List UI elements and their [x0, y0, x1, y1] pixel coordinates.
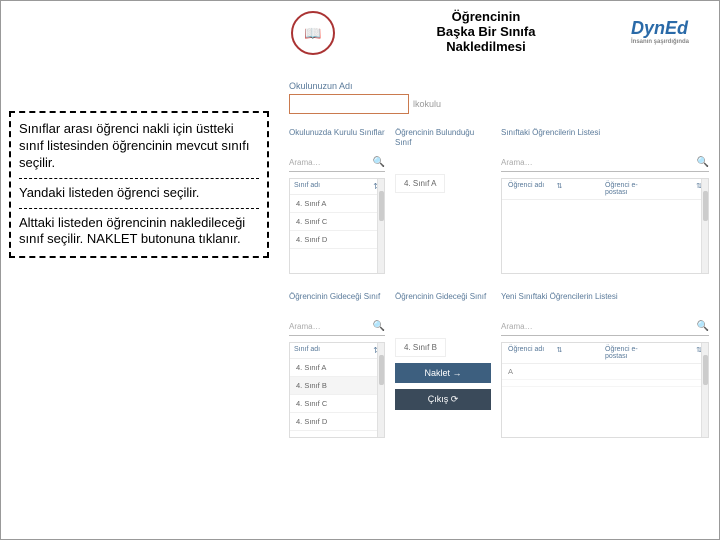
main-panel: Okulunuzun Adı lkokulu Okulunuzda Kurulu… [289, 81, 709, 521]
students-search[interactable]: Arama… 🔍 [501, 154, 709, 172]
school-name-field-wrap: lkokulu [289, 94, 709, 114]
transfer-button[interactable]: Naklet → [395, 363, 491, 383]
installed-classes-search[interactable]: Arama… 🔍 [289, 154, 385, 172]
dyned-logo: DynEd İnsanın şaşırdığında [631, 18, 689, 45]
target-classes-title: Öğrencinin Gideceği Sınıf [289, 292, 385, 312]
target-class-action-title: Öğrencinin Gideceği Sınıf [395, 292, 491, 312]
scrollbar[interactable] [701, 179, 708, 273]
installed-classes-list[interactable]: Sınıf adı ⇅ 4. Sınıf A 4. Sınıf C 4. Sın… [289, 178, 385, 274]
list-item[interactable]: 4. Sınıf B [290, 377, 384, 395]
list-item[interactable]: 4. Sınıf A [290, 195, 384, 213]
students-title: Sınıftaki Öğrencilerin Listesi [501, 128, 709, 148]
target-classes-search[interactable]: Arama… 🔍 [289, 318, 385, 336]
meb-logo: 📖 [291, 11, 335, 55]
scrollbar[interactable] [701, 343, 708, 437]
search-icon: 🔍 [373, 321, 385, 332]
target-classes-column: Öğrencinin Gideceği Sınıf Arama… 🔍 Sınıf… [289, 292, 385, 438]
school-name-label: Okulunuzun Adı [289, 81, 709, 91]
sort-icon[interactable]: ⇅ [557, 346, 606, 360]
scrollbar[interactable] [377, 179, 384, 273]
list-item[interactable]: 4. Sınıf C [290, 395, 384, 413]
instruction-2: Yandaki listeden öğrenci seçilir. [19, 178, 259, 202]
scrollbar[interactable] [377, 343, 384, 437]
instruction-3: Alttaki listeden öğrencinin nakledileceğ… [19, 208, 259, 249]
instruction-1: Sınıflar arası öğrenci nakli için üsttek… [19, 121, 259, 172]
installed-classes-column: Okulunuzda Kurulu Sınıflar Arama… 🔍 Sını… [289, 128, 385, 274]
target-classes-list[interactable]: Sınıf adı ⇅ 4. Sınıf A 4. Sınıf B 4. Sın… [289, 342, 385, 438]
sort-icon[interactable]: ⇅ [557, 182, 606, 196]
bottom-row: Öğrencinin Gideceği Sınıf Arama… 🔍 Sınıf… [289, 292, 709, 438]
current-class-column: Öğrencinin Bulunduğu Sınıf 4. Sınıf A [395, 128, 491, 274]
new-students-list[interactable]: Öğrenci adı ⇅ Öğrenci e-postası ⇅ A [501, 342, 709, 438]
sort-icon[interactable]: ⇅ [654, 182, 703, 196]
search-icon: 🔍 [697, 321, 709, 332]
target-class-action-column: Öğrencinin Gideceği Sınıf 4. Sınıf B Nak… [395, 292, 491, 438]
list-item[interactable]: 4. Sınıf C [290, 213, 384, 231]
list-item[interactable] [502, 380, 708, 387]
search-icon: 🔍 [697, 157, 709, 168]
list-item[interactable]: 4. Sınıf A [290, 359, 384, 377]
sort-icon[interactable]: ⇅ [654, 346, 703, 360]
search-icon: 🔍 [373, 157, 385, 168]
instruction-box: Sınıflar arası öğrenci nakli için üsttek… [9, 111, 269, 258]
target-class-chip: 4. Sınıf B [395, 338, 446, 357]
list-item[interactable]: 4. Sınıf D [290, 231, 384, 249]
current-class-chip: 4. Sınıf A [395, 174, 445, 193]
list-item[interactable]: 4. Sınıf D [290, 413, 384, 431]
exit-button[interactable]: Çıkış ⟳ [395, 389, 491, 410]
page-title: Öğrencinin Başka Bir Sınıfa Nakledilmesi [341, 9, 631, 54]
new-students-search[interactable]: Arama… 🔍 [501, 318, 709, 336]
school-name-suffix: lkokulu [413, 99, 441, 109]
students-column: Sınıftaki Öğrencilerin Listesi Arama… 🔍 … [501, 128, 709, 274]
current-class-title: Öğrencinin Bulunduğu Sınıf [395, 128, 491, 148]
title-line-3: Nakledilmesi [341, 39, 631, 54]
title-line-2: Başka Bir Sınıfa [341, 24, 631, 39]
header: 📖 Öğrencinin Başka Bir Sınıfa Nakledilme… [1, 1, 719, 64]
new-students-title: Yeni Sınıftaki Öğrencilerin Listesi [501, 292, 709, 312]
students-list[interactable]: Öğrenci adı ⇅ Öğrenci e-postası ⇅ [501, 178, 709, 274]
new-students-column: Yeni Sınıftaki Öğrencilerin Listesi Aram… [501, 292, 709, 438]
top-row: Okulunuzda Kurulu Sınıflar Arama… 🔍 Sını… [289, 128, 709, 274]
list-item[interactable]: A [502, 364, 708, 380]
school-name-input[interactable] [289, 94, 409, 114]
installed-classes-title: Okulunuzda Kurulu Sınıflar [289, 128, 385, 148]
title-line-1: Öğrencinin [341, 9, 631, 24]
